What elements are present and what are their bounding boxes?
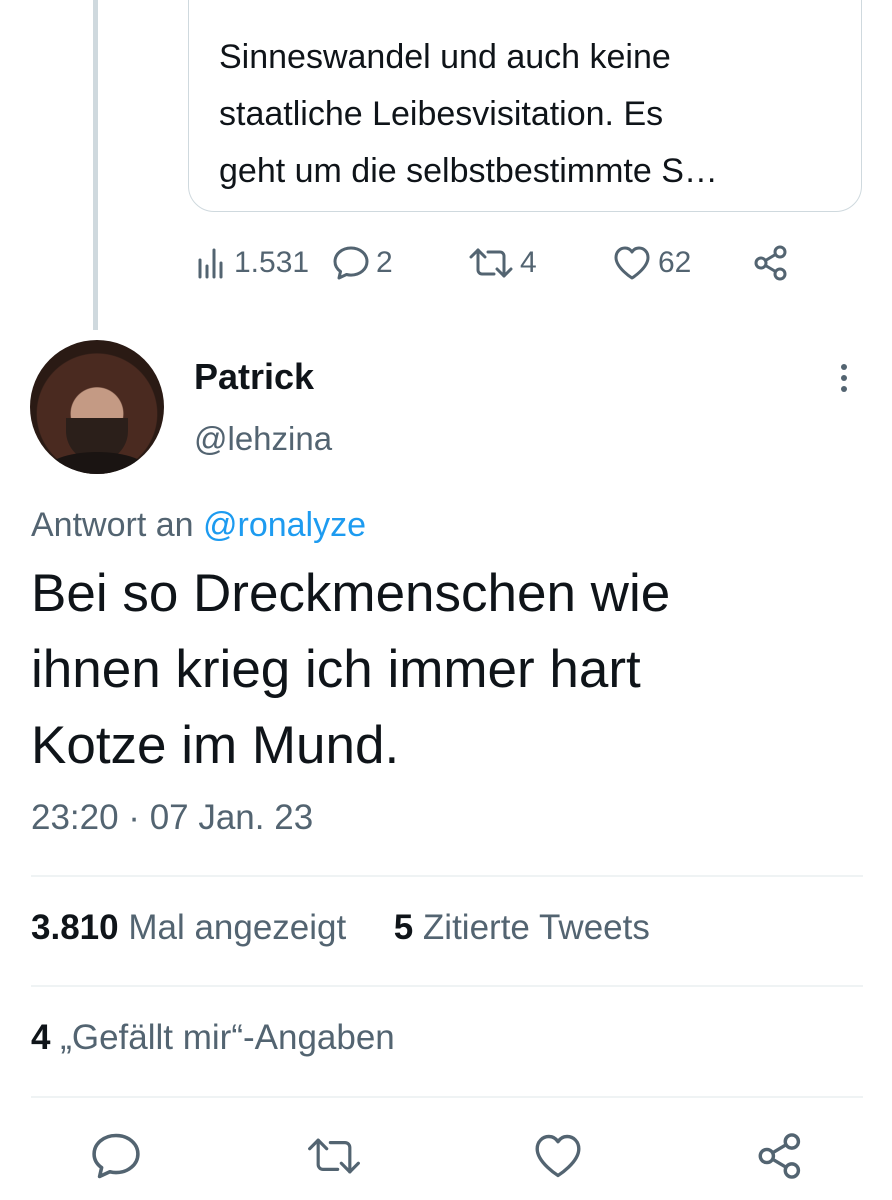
divider (31, 875, 863, 877)
author-display-name[interactable]: Patrick (194, 356, 314, 398)
views-metric[interactable]: 1.531 (194, 240, 309, 286)
reply-count: 2 (376, 246, 393, 279)
tweet-action-bar (0, 1128, 892, 1188)
heart-icon (535, 1134, 581, 1178)
share-nodes-icon (754, 245, 787, 281)
quote-tweets-label: Zitierte Tweets (422, 908, 650, 947)
retweet-button[interactable] (306, 1128, 362, 1184)
tweet-text: Bei so Dreckmenschen wie ihnen krieg ich… (31, 564, 671, 775)
views-label: Mal angezeigt (128, 908, 347, 947)
likes-total: 4 (31, 1018, 51, 1057)
quote-tweets-count: 5 (393, 908, 414, 947)
likes-row[interactable]: 4 „Gefällt mir“-Angaben (31, 1018, 395, 1058)
vertical-ellipsis-icon[interactable] (838, 364, 850, 398)
tweet-stats-row: 3.810 Mal angezeigt 5 Zitierte Tweets (31, 908, 650, 948)
retweet-arrows-icon (308, 1138, 360, 1174)
reply-to-prefix: Antwort an (31, 506, 194, 544)
retweet-arrows-icon (469, 248, 513, 278)
views-count: 1.531 (234, 246, 310, 279)
quoted-tweet-text: Sinneswandel und auch keine staatliche L… (219, 38, 718, 190)
author-avatar[interactable] (30, 340, 164, 474)
like-count: 62 (658, 246, 692, 279)
tweet-timestamp[interactable]: 23:20 · 07 Jan. 23 (31, 798, 313, 838)
divider (31, 1096, 863, 1098)
quote-tweets-link[interactable]: 5 Zitierte Tweets (394, 908, 650, 947)
quoted-tweet-card[interactable]: Sinneswandel und auch keine staatliche L… (188, 0, 862, 212)
share-metric[interactable] (752, 240, 790, 286)
author-handle[interactable]: @lehzina (194, 420, 332, 458)
reply-metric[interactable]: 2 (332, 240, 393, 286)
heart-icon (614, 246, 650, 280)
bar-chart-icon (198, 248, 223, 279)
divider (31, 985, 863, 987)
views-total: 3.810 (31, 908, 119, 947)
like-metric[interactable]: 62 (612, 240, 691, 286)
reply-button[interactable] (88, 1128, 144, 1184)
like-button[interactable] (530, 1128, 586, 1184)
reply-to-line: Antwort an @ronalyze (31, 506, 366, 545)
quoted-tweet-metrics: 1.531 2 4 62 (0, 240, 892, 288)
reply-to-mention[interactable]: @ronalyze (203, 506, 366, 544)
share-button[interactable] (752, 1128, 808, 1184)
speech-bubble-icon (92, 1133, 140, 1179)
speech-bubble-icon (333, 246, 369, 280)
share-nodes-icon (758, 1133, 801, 1179)
retweet-metric[interactable]: 4 (468, 240, 537, 286)
retweet-count: 4 (520, 246, 537, 279)
avatar-shirt-shape (44, 452, 150, 474)
likes-label: „Gefällt mir“-Angaben (60, 1018, 395, 1057)
